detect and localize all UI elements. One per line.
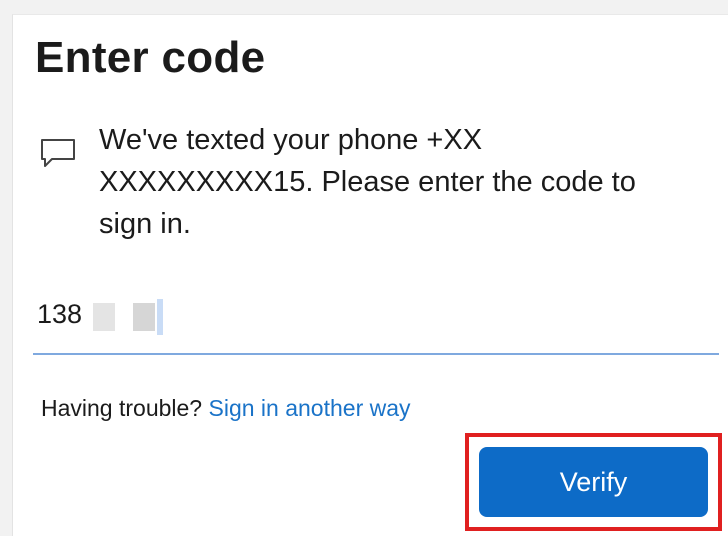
page: Enter code We've texted your phone +XX X… bbox=[0, 0, 728, 536]
text-cursor bbox=[157, 299, 163, 335]
verify-button[interactable]: Verify bbox=[479, 447, 708, 517]
redacted-digits bbox=[93, 299, 175, 335]
redaction-gap bbox=[115, 303, 133, 331]
chat-bubble-icon bbox=[39, 137, 77, 169]
sign-in-another-way-link[interactable]: Sign in another way bbox=[209, 395, 411, 421]
sms-message-line: sign in. bbox=[99, 208, 191, 240]
sms-message-line: XXXXXXXXX15. Please enter the code to bbox=[99, 166, 636, 198]
code-input-value: 138 bbox=[37, 299, 83, 329]
sms-message-line: We've texted your phone +XX bbox=[99, 124, 483, 156]
redaction-block bbox=[93, 303, 115, 331]
redaction-block bbox=[133, 303, 155, 331]
code-input[interactable]: 138 bbox=[33, 277, 719, 355]
sms-message-text: We've texted your phone +XX XXXXXXXXX15.… bbox=[99, 119, 719, 245]
help-row: Having trouble? Sign in another way bbox=[41, 395, 411, 422]
page-title: Enter code bbox=[35, 33, 266, 82]
help-prefix: Having trouble? bbox=[41, 395, 209, 421]
